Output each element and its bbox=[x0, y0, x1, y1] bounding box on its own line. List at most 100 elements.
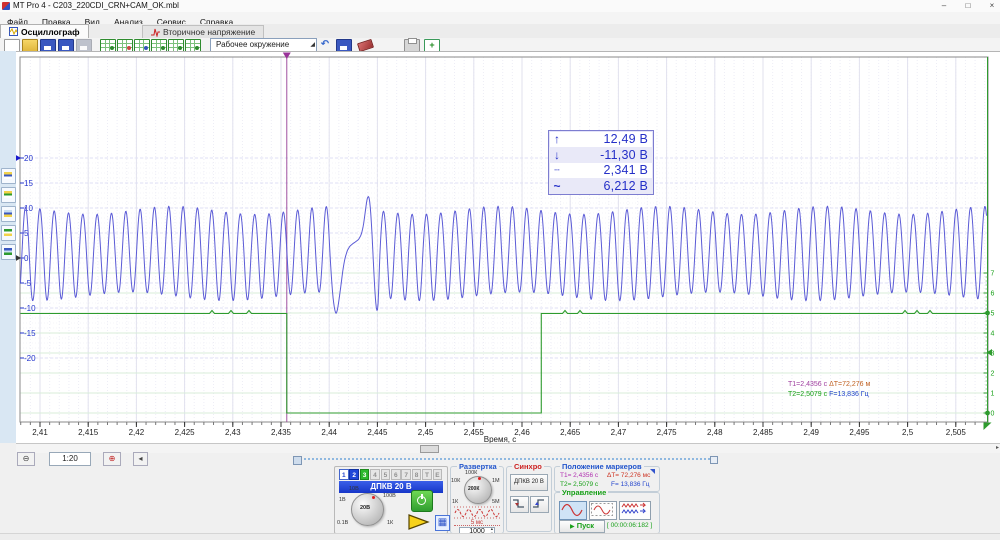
y-left-tick-label: 20 bbox=[24, 154, 33, 163]
probe-play-button[interactable] bbox=[407, 513, 431, 531]
x-tick-label: 2,415 bbox=[78, 428, 99, 437]
channel-tab-5[interactable]: 5 bbox=[381, 469, 391, 480]
dc-level-icon: ┄ bbox=[549, 163, 565, 177]
main-toolbar: Рабочее окружение◢ ↶ + bbox=[0, 38, 1000, 52]
marker-annotation: T1=2,4356 с ΔT=72,276 м T2=2,5079 с F=13… bbox=[788, 380, 870, 399]
status-bar bbox=[0, 533, 1000, 540]
x-tick-label: 2,495 bbox=[849, 428, 870, 437]
sync-source-button[interactable]: ДПКВ 20 В bbox=[510, 474, 548, 491]
y-right-tick-label: 7 bbox=[991, 271, 995, 278]
channel-tab-6[interactable]: 6 bbox=[391, 469, 401, 480]
scrollbar-thumb[interactable] bbox=[420, 445, 439, 453]
close-button[interactable]: × bbox=[984, 0, 1000, 11]
minimize-button[interactable]: – bbox=[936, 0, 952, 11]
zoom-in-button[interactable]: ⊕ bbox=[103, 452, 121, 466]
t2-marker-handle-icon[interactable] bbox=[984, 423, 992, 431]
menu-bar: ФайлПравкаВидАнализСервисСправка bbox=[0, 12, 1000, 24]
measure-row-min: ↓-11,30 В bbox=[549, 147, 653, 163]
left-tool-strip bbox=[0, 51, 17, 443]
single-capture-button[interactable] bbox=[589, 501, 617, 520]
channel-quick-button-3[interactable] bbox=[1, 206, 16, 222]
x-tick-label: 2,46 bbox=[514, 428, 530, 437]
swknob-labels-0: 1К bbox=[452, 499, 458, 505]
sweep-knob-indicator bbox=[478, 477, 481, 480]
y-right-tick-label: 0 bbox=[991, 411, 995, 418]
arrow-down-icon: ↓ bbox=[549, 148, 565, 162]
note-f: F=13,836 Гц bbox=[829, 391, 869, 398]
sweep-divider bbox=[454, 525, 500, 526]
crank-sensor-trace bbox=[21, 197, 987, 314]
combo-dropdown-icon: ◢ bbox=[310, 39, 315, 51]
control-title: Управление bbox=[560, 488, 608, 497]
channel-quick-button-4[interactable] bbox=[1, 225, 16, 241]
channel-tab-2[interactable]: 2 bbox=[349, 469, 359, 480]
channel-quick-button-2[interactable] bbox=[1, 187, 16, 203]
undo-button[interactable]: ↶ bbox=[318, 39, 332, 50]
channel-tab-7[interactable]: 7 bbox=[401, 469, 411, 480]
maximize-button[interactable]: □ bbox=[960, 0, 976, 11]
control-panel: Управление ▶ Пуск [ 00:00:06:182 ] bbox=[554, 492, 660, 534]
rising-edge-button[interactable] bbox=[530, 496, 549, 513]
sweep-waveform-icon bbox=[454, 506, 500, 519]
x-tick-label: 2,45 bbox=[418, 428, 434, 437]
start-play-icon: ▶ bbox=[570, 524, 575, 530]
measure-row-dc: ┄2,341 В bbox=[549, 163, 653, 179]
marker-t1-value: T1= 2,4356 с bbox=[560, 472, 598, 480]
continuous-mode-button[interactable] bbox=[559, 501, 587, 520]
tab-oscilloscope[interactable]: Осциллограф bbox=[0, 24, 89, 38]
tab-secondary-voltage[interactable]: Вторичное напряжение bbox=[142, 25, 264, 38]
channel-tab-T[interactable]: T bbox=[422, 469, 432, 480]
zoom-out-button[interactable]: ⊖ bbox=[17, 452, 35, 466]
app-window: MT Pro 4 - C203_220CDI_CRN+CAM_OK.mbl – … bbox=[0, 0, 1000, 540]
x-tick-label: 2,445 bbox=[367, 428, 388, 437]
x-tick-label: 2,49 bbox=[803, 428, 819, 437]
channel-tab-4[interactable]: 4 bbox=[370, 469, 380, 480]
chknob-labels-1: 1В bbox=[339, 497, 346, 503]
y-right-tick-label: 5 bbox=[991, 311, 995, 318]
multi-trace-button[interactable] bbox=[619, 501, 651, 520]
chknob-labels-2: 10В bbox=[349, 486, 359, 492]
voltage-knob-indicator bbox=[372, 496, 375, 499]
stretch-slider-thumb[interactable] bbox=[293, 456, 302, 465]
measure-row-max: ↑12,49 В bbox=[549, 131, 653, 147]
channel-tab-3[interactable]: 3 bbox=[360, 469, 370, 480]
channel-tab-8[interactable]: 8 bbox=[412, 469, 422, 480]
channel-quick-button-5[interactable] bbox=[1, 244, 16, 260]
spark-waveform-icon bbox=[151, 28, 160, 37]
falling-edge-icon bbox=[511, 497, 526, 510]
workspace-combo[interactable]: Рабочее окружение◢ bbox=[210, 38, 317, 52]
note-t2: T2=2,5079 с bbox=[788, 391, 827, 398]
tab-oscilloscope-label: Осциллограф bbox=[21, 27, 80, 37]
swknob-labels-4: 5М bbox=[492, 499, 500, 505]
sweep-title: Развертка bbox=[457, 462, 499, 471]
y-left-tick-label: -10 bbox=[24, 304, 36, 313]
marker-f-value: F= 13,836 Гц bbox=[611, 481, 650, 489]
x-tick-label: 2,5 bbox=[902, 428, 914, 437]
marker-dt-value: ΔT= 72,276 мс bbox=[607, 472, 650, 480]
channel-quick-button-1[interactable] bbox=[1, 168, 16, 184]
measure-min-value: -11,30 В bbox=[565, 148, 653, 162]
falling-edge-button[interactable] bbox=[510, 496, 529, 513]
channel-tab-1[interactable]: 1 bbox=[339, 469, 349, 480]
x-tick-label: 2,42 bbox=[129, 428, 145, 437]
t1-marker-handle-icon[interactable] bbox=[283, 53, 291, 60]
channel-tab-E[interactable]: E bbox=[433, 469, 443, 480]
scroll-left-button[interactable]: ◂ bbox=[133, 452, 148, 466]
note-t1: T1=2,4356 с bbox=[788, 381, 827, 388]
x-tick-label: 2,505 bbox=[946, 428, 967, 437]
start-button[interactable]: ▶ Пуск bbox=[559, 520, 605, 533]
horizontal-scrollbar[interactable]: ▸ bbox=[16, 443, 1000, 453]
green-zero-marker[interactable] bbox=[985, 411, 990, 416]
calculator-button[interactable]: ▦ bbox=[435, 515, 450, 531]
y-left-tick-label: -15 bbox=[24, 329, 36, 338]
y-left-tick-label: 0 bbox=[24, 254, 29, 263]
scroll-right-arrow[interactable]: ▸ bbox=[996, 444, 999, 452]
channel-power-button[interactable] bbox=[411, 490, 433, 512]
chknob-labels-3: 100В bbox=[383, 493, 396, 499]
measurements-box[interactable]: ↑12,49 В ↓-11,30 В ┄2,341 В ~6,212 В bbox=[548, 130, 654, 195]
y-right-tick-label: 6 bbox=[991, 291, 995, 298]
stretch-slider-end bbox=[710, 456, 718, 464]
y-left-tick-label: 15 bbox=[24, 179, 33, 188]
tab-row: Осциллограф Вторичное напряжение bbox=[0, 24, 1000, 39]
window-title: MT Pro 4 - C203_220CDI_CRN+CAM_OK.mbl bbox=[13, 1, 179, 10]
